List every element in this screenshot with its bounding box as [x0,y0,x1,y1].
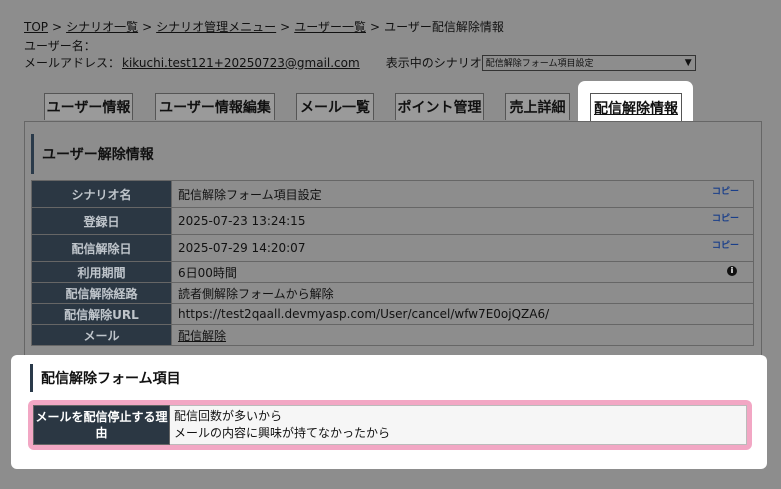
table-row: 配信解除経路 読者側解除フォームから解除 [31,282,754,304]
table-row: 配信解除日 2025-07-29 14:20:07 コピー [31,234,754,262]
reason-row-highlight: メールを配信停止する理 由 配信回数が多いから メールの内容に興味が持てなかった… [28,400,752,450]
unsubscribe-mail-link[interactable]: 配信解除 [178,329,226,343]
row-label: 登録日 [31,207,172,235]
table-row: メール 配信解除 [31,324,754,346]
tab-point-management[interactable]: ポイント管理 [395,93,484,120]
row-label: 配信解除URL [31,303,172,325]
breadcrumb-separator: > [52,20,63,34]
reason-label: メールを配信停止する理 由 [33,405,170,445]
row-label: シナリオ名 [31,180,172,208]
tab-mail-list[interactable]: メール一覧 [296,93,374,120]
row-label: 配信解除経路 [31,282,172,304]
section-title: ユーザー解除情報 [31,134,759,174]
breadcrumb-scenario-list[interactable]: シナリオ一覧 [66,20,138,34]
email-label: メールアドレス： [24,56,121,70]
row-value: https://test2qaall.devmyasp.com/User/can… [171,303,754,325]
email-link[interactable]: kikuchi.test121+20250723@gmail.com [122,56,360,70]
reason-label-line: 由 [95,426,108,440]
unsubscribe-form-items-box: 配信解除フォーム項目 メールを配信停止する理 由 配信回数が多いから メールの内… [11,355,767,469]
row-value: 6日00時間 i [171,261,754,283]
reason-label-line: メールを配信停止する理 [35,410,168,424]
row-label: メール [31,324,172,346]
reason-values: 配信回数が多いから メールの内容に興味が持てなかったから [169,405,747,445]
breadcrumb-separator: > [370,20,381,34]
copy-button[interactable]: コピー [712,211,739,224]
unsubscribe-info-table: シナリオ名 配信解除フォーム項目設定 コピー 登録日 2025-07-23 13:… [31,180,754,346]
table-row: メールを配信停止する理 由 配信回数が多いから メールの内容に興味が持てなかった… [33,405,747,445]
reason-value: 配信回数が多いから [174,409,283,423]
scenario-selected-value: 配信解除フォーム項目設定 [485,59,594,69]
tab-sales-detail[interactable]: 売上詳細 [505,93,570,120]
copy-button[interactable]: コピー [712,184,739,197]
form-items-title: 配信解除フォーム項目 [30,364,181,392]
registered-date-value: 2025-07-23 13:24:15 [178,214,306,228]
row-value: 配信解除フォーム項目設定 コピー [171,180,754,208]
table-row: 登録日 2025-07-23 13:24:15 コピー [31,207,754,235]
row-value: 読者側解除フォームから解除 [171,282,754,304]
reason-value: メールの内容に興味が持てなかったから [174,426,391,440]
row-label: 配信解除日 [31,234,172,262]
breadcrumb-top[interactable]: TOP [24,20,48,34]
form-items-table: メールを配信停止する理 由 配信回数が多いから メールの内容に興味が持てなかった… [33,405,747,445]
tab-unsubscribe-info[interactable]: 配信解除情報 [590,93,682,122]
breadcrumb: TOP > シナリオ一覧 > シナリオ管理メニュー > ユーザー一覧 > ユーザー配信解除情報 [24,18,504,35]
scenario-name-value: 配信解除フォーム項目設定 [178,187,322,202]
unsubscribe-info-panel: ユーザー解除情報 シナリオ名 配信解除フォーム項目設定 コピー 登録日 2025-… [24,121,762,356]
copy-button[interactable]: コピー [712,238,739,251]
breadcrumb-scenario-menu[interactable]: シナリオ管理メニュー [156,20,276,34]
chevron-down-icon: ▼ [684,57,692,68]
email-row: メールアドレス： kikuchi.test121+20250723@gmail.… [24,54,696,71]
row-value: 2025-07-23 13:24:15 コピー [171,207,754,235]
breadcrumb-current: ユーザー配信解除情報 [384,20,504,34]
row-value: 2025-07-29 14:20:07 コピー [171,234,754,262]
info-icon[interactable]: i [727,266,737,276]
tab-user-edit[interactable]: ユーザー情報編集 [155,93,275,120]
scenario-label: 表示中のシナリオ [385,56,482,70]
table-row: 利用期間 6日00時間 i [31,261,754,283]
row-value: 配信解除 [171,324,754,346]
breadcrumb-user-list[interactable]: ユーザー一覧 [294,20,366,34]
unsubscribe-date-value: 2025-07-29 14:20:07 [178,241,306,255]
breadcrumb-separator: > [280,20,291,34]
table-row: シナリオ名 配信解除フォーム項目設定 コピー [31,180,754,208]
usage-period-value: 6日00時間 [178,265,237,280]
user-name-label: ユーザー名： [24,39,96,53]
table-row: 配信解除URL https://test2qaall.devmyasp.com/… [31,303,754,325]
breadcrumb-separator: > [142,20,153,34]
row-label: 利用期間 [31,261,172,283]
scenario-select[interactable]: 配信解除フォーム項目設定 ▼ [481,54,696,71]
tab-user-info[interactable]: ユーザー情報 [44,93,133,120]
